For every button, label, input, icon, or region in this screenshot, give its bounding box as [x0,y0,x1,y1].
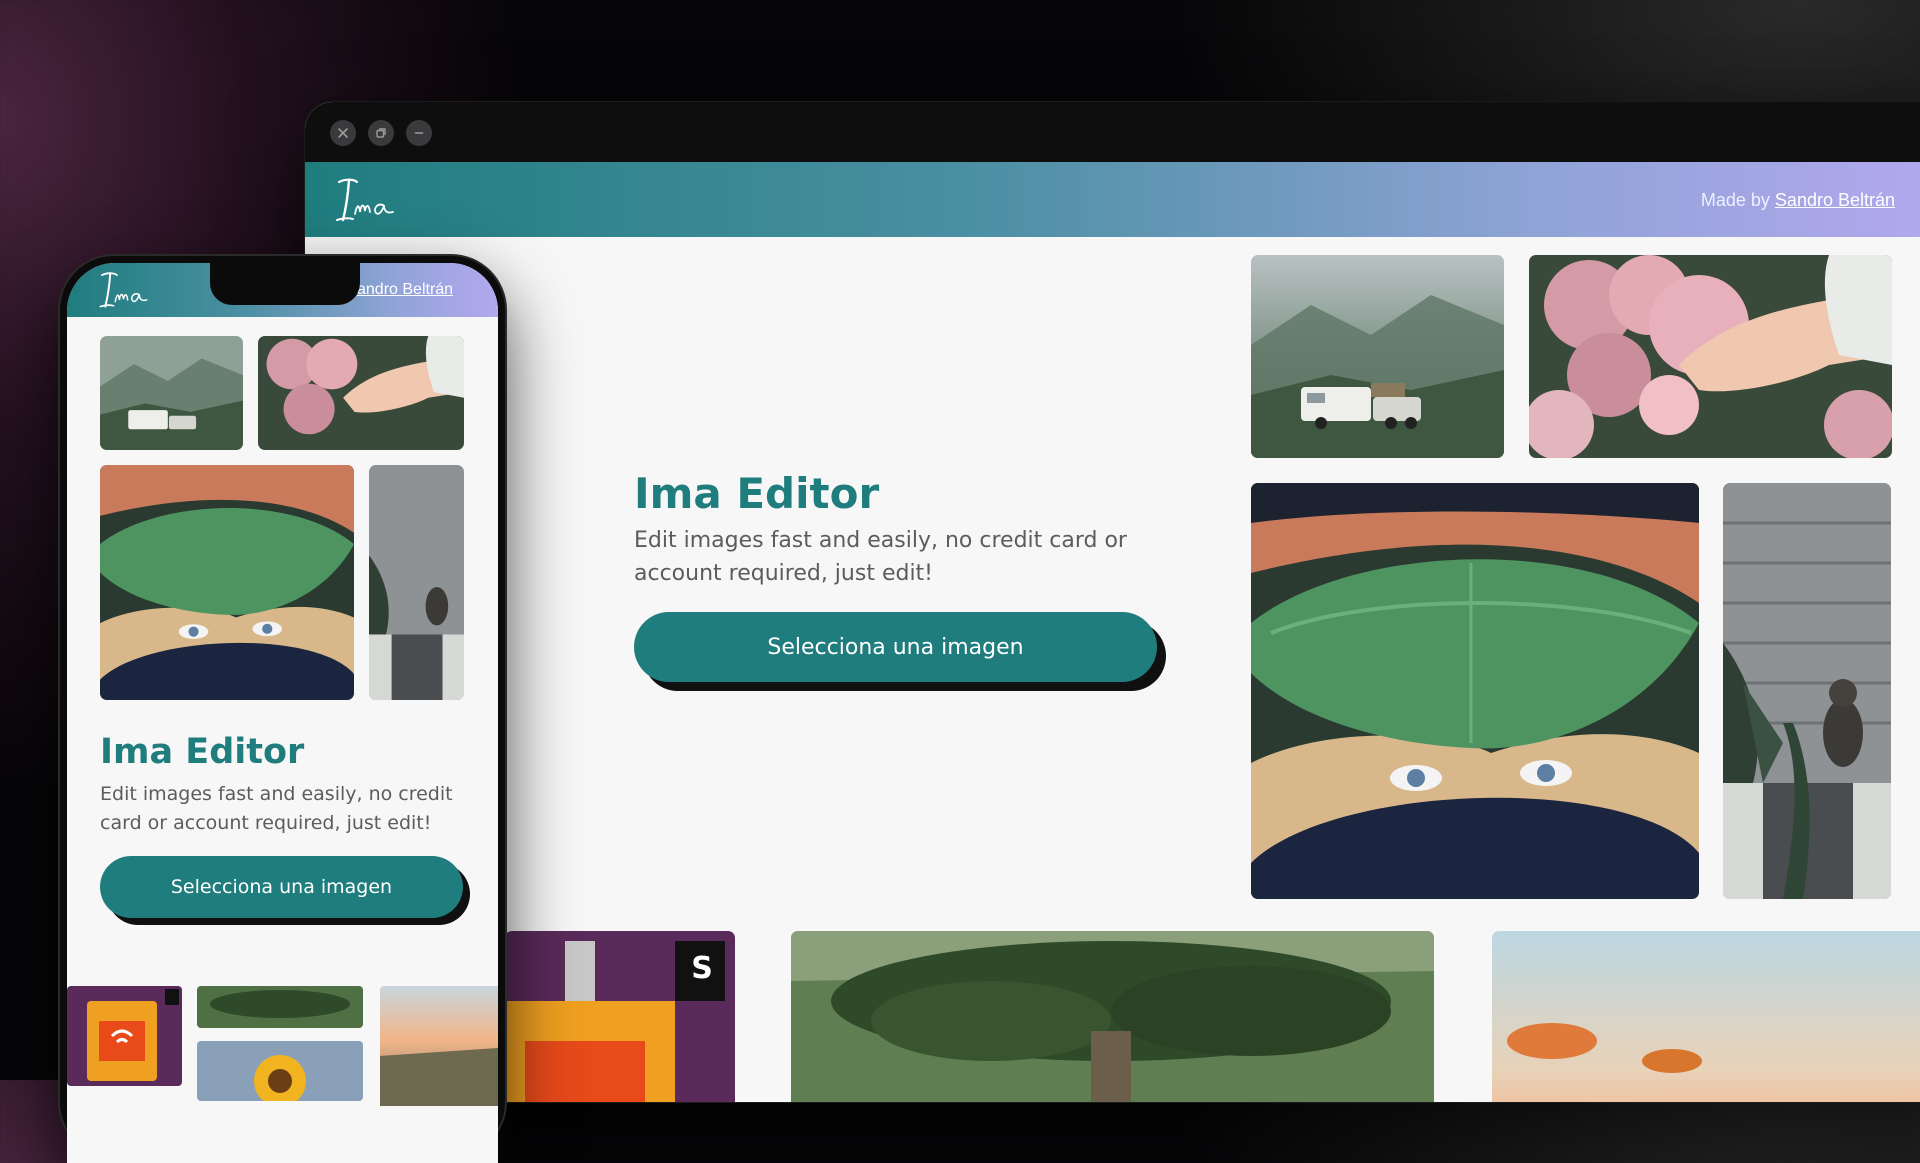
mobile-photo-leaf-face[interactable] [100,465,354,700]
mobile-photo-sunset-field[interactable] [380,986,498,1106]
window-titlebar [305,102,1920,163]
mobile-author-link[interactable]: andro Beltrán [357,281,453,299]
mobile-hero-description: Edit images fast and easily, no credit c… [100,783,453,834]
mobile-photo-camera-gadget[interactable] [67,986,182,1086]
photo-dragon-tree[interactable] [791,931,1434,1102]
hero-title: Ima Editor [634,469,880,518]
minimize-window-button[interactable] [406,120,432,146]
mobile-photo-camper-mountains[interactable] [100,336,243,450]
minimize-icon [414,132,424,134]
mobile-select-image-button[interactable]: Selecciona una imagen [100,856,463,918]
ima-logo-mobile[interactable] [97,268,155,312]
hero-description: Edit images fast and easily, no credit c… [634,528,1127,586]
made-by-credit: Made by Sandro Beltrán [1701,190,1895,211]
mobile-photo-dragon-tree[interactable] [197,986,363,1028]
close-window-button[interactable] [330,120,356,146]
camera-badge: S [679,941,725,995]
mobile-camera-badge [165,989,179,1005]
site-header: Made by Sandro Beltrán [305,162,1920,237]
mobile-photo-cat-plants[interactable] [369,465,464,700]
author-link[interactable]: Sandro Beltrán [1775,190,1895,210]
made-by-prefix: Made by [1700,190,1770,210]
mobile-hero-title: Ima Editor [100,732,305,772]
restore-window-button[interactable] [368,120,394,146]
photo-leaf-face[interactable] [1251,483,1699,899]
select-image-button[interactable]: Selecciona una imagen [634,612,1157,682]
restore-icon [376,128,386,138]
photo-camper-mountains[interactable] [1251,255,1504,458]
ima-logo[interactable] [333,174,403,226]
photo-hydrangea-hand[interactable] [1529,255,1892,458]
desktop-browser-window: Made by Sandro Beltrán Ima Editor Edit i… [305,102,1920,1102]
mobile-photo-sunflower[interactable] [197,1041,363,1101]
close-icon [338,128,348,138]
mobile-photo-hydrangea-hand[interactable] [258,336,464,450]
phone-notch [210,263,360,305]
photo-camera-gadget[interactable]: S [505,931,735,1102]
photo-sunset-sky[interactable] [1492,931,1920,1102]
photo-cat-plants[interactable] [1723,483,1891,899]
phone-screen: andro Beltrán Ima Editor Edit images fas… [67,263,498,1163]
phone-mockup: andro Beltrán Ima Editor Edit images fas… [60,256,505,1163]
